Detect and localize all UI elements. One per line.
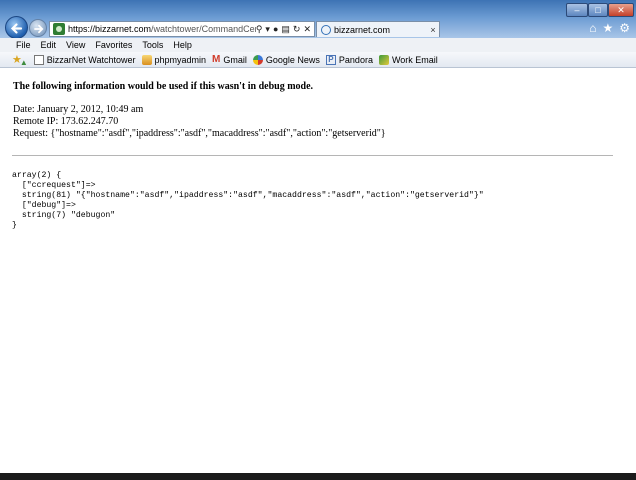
phpmyadmin-icon <box>141 54 152 65</box>
arrow-left-icon <box>10 23 23 34</box>
menu-bar: File Edit View Favorites Tools Help <box>0 38 636 52</box>
favorites-bar: ★ ▲ BizzarNet Watchtower phpmyadmin M Gm… <box>0 52 636 68</box>
arrow-right-icon <box>34 24 44 34</box>
favorite-pandora[interactable]: P Pandora <box>325 54 373 65</box>
menu-help[interactable]: Help <box>173 40 192 50</box>
address-bar[interactable]: https://bizzarnet.com/watchtower/Command… <box>49 21 315 37</box>
favorite-work-email[interactable]: Work Email <box>378 54 438 65</box>
divider <box>12 155 613 156</box>
menu-file[interactable]: File <box>16 40 31 50</box>
browser-titlebar: – □ ✕ https://bizzarnet.com/watchtower/C… <box>0 0 636 39</box>
menu-view[interactable]: View <box>66 40 85 50</box>
mail-icon <box>378 54 389 65</box>
dropdown-icon[interactable]: ▾ <box>265 24 270 35</box>
maximize-button[interactable]: □ <box>588 3 608 17</box>
home-icon[interactable]: ⌂ <box>589 21 596 35</box>
gmail-icon: M <box>212 54 221 65</box>
favorite-phpmyadmin[interactable]: phpmyadmin <box>141 54 206 65</box>
forward-button[interactable] <box>29 19 47 37</box>
page-content: The following information would be used … <box>0 69 636 473</box>
close-window-button[interactable]: ✕ <box>608 3 634 17</box>
favorites-star-icon[interactable]: ★ <box>602 21 613 35</box>
back-button[interactable] <box>5 16 28 39</box>
var-dump-output: array(2) { ["ccrequest"]=> string(81) "{… <box>12 171 484 230</box>
favorite-bizzarnet-watchtower[interactable]: BizzarNet Watchtower <box>33 54 136 65</box>
page-heading: The following information would be used … <box>13 81 314 92</box>
minimize-button[interactable]: – <box>566 3 588 17</box>
tab-bizzarnet[interactable]: bizzarnet.com × <box>316 21 440 37</box>
tab-close-icon[interactable]: × <box>427 25 439 35</box>
request-line: Request: {"hostname":"asdf","ipaddress":… <box>13 128 386 139</box>
remote-ip-line: Remote IP: 173.62.247.70 <box>13 116 119 127</box>
ie-favicon-icon <box>321 24 331 35</box>
menu-favorites[interactable]: Favorites <box>95 40 132 50</box>
pandora-icon: P <box>325 54 336 65</box>
doc-icon <box>33 54 44 65</box>
date-line: Date: January 2, 2012, 10:49 am <box>13 104 144 115</box>
window-bottom-border <box>0 473 636 480</box>
refresh-icon[interactable]: ↻ <box>293 24 301 35</box>
menu-tools[interactable]: Tools <box>142 40 163 50</box>
address-url[interactable]: https://bizzarnet.com/watchtower/Command… <box>68 24 256 34</box>
tab-title: bizzarnet.com <box>334 24 391 35</box>
add-favorite-icon[interactable]: ▲ <box>20 58 28 67</box>
favorite-gmail[interactable]: M Gmail <box>212 54 247 65</box>
favorite-google-news[interactable]: Google News <box>252 54 320 65</box>
search-icon[interactable]: ⚲ <box>256 24 263 35</box>
menu-edit[interactable]: Edit <box>41 40 57 50</box>
stop-icon[interactable]: ✕ <box>303 24 311 35</box>
site-favicon-icon <box>53 23 65 35</box>
google-news-icon <box>252 54 263 65</box>
compatibility-icon[interactable]: ▤ <box>281 24 290 35</box>
lock-icon[interactable]: ● <box>273 24 278 34</box>
gear-icon[interactable]: ⚙ <box>619 21 630 35</box>
